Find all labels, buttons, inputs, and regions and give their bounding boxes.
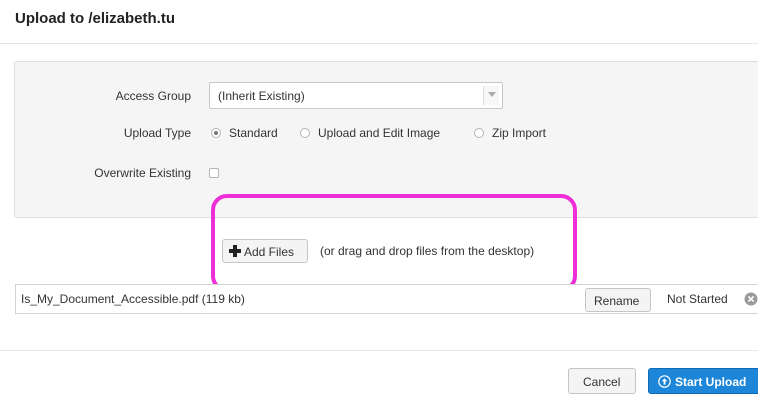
radio-upload-edit-image-label: Upload and Edit Image <box>318 126 441 140</box>
dialog-title: Upload to /elizabeth.tu <box>15 10 175 27</box>
plus-icon <box>229 245 241 257</box>
upload-icon <box>658 375 671 391</box>
overwrite-existing-label: Overwrite Existing <box>94 166 191 180</box>
footer-divider <box>0 350 758 351</box>
start-upload-button[interactable]: Start Upload <box>648 368 758 394</box>
upload-type-label: Upload Type <box>123 126 191 140</box>
add-files-button[interactable]: Add Files <box>222 239 308 263</box>
file-name: Is_My_Document_Accessible.pdf (119 kb) <box>21 292 245 306</box>
title-divider <box>0 43 758 44</box>
access-group-select[interactable]: (Inherit Existing) <box>209 82 503 109</box>
cancel-button[interactable]: Cancel <box>568 368 636 394</box>
file-status: Not Started <box>667 292 728 306</box>
rename-label: Rename <box>594 294 640 308</box>
access-group-value: (Inherit Existing) <box>218 89 305 103</box>
add-files-label: Add Files <box>244 245 295 259</box>
rename-button[interactable]: Rename <box>585 288 651 312</box>
radio-zip-import-label: Zip Import <box>492 126 547 140</box>
radio-standard[interactable] <box>211 128 221 138</box>
radio-standard-label: Standard <box>229 126 278 140</box>
start-upload-label: Start Upload <box>675 375 747 389</box>
remove-icon[interactable] <box>744 292 758 306</box>
radio-zip-import[interactable] <box>474 128 484 138</box>
overwrite-existing-checkbox[interactable] <box>209 168 219 178</box>
access-group-label: Access Group <box>115 89 191 103</box>
drag-drop-hint: (or drag and drop files from the desktop… <box>320 244 535 258</box>
cancel-label: Cancel <box>583 375 621 389</box>
chevron-down-icon <box>483 86 499 105</box>
radio-upload-edit-image[interactable] <box>300 128 310 138</box>
